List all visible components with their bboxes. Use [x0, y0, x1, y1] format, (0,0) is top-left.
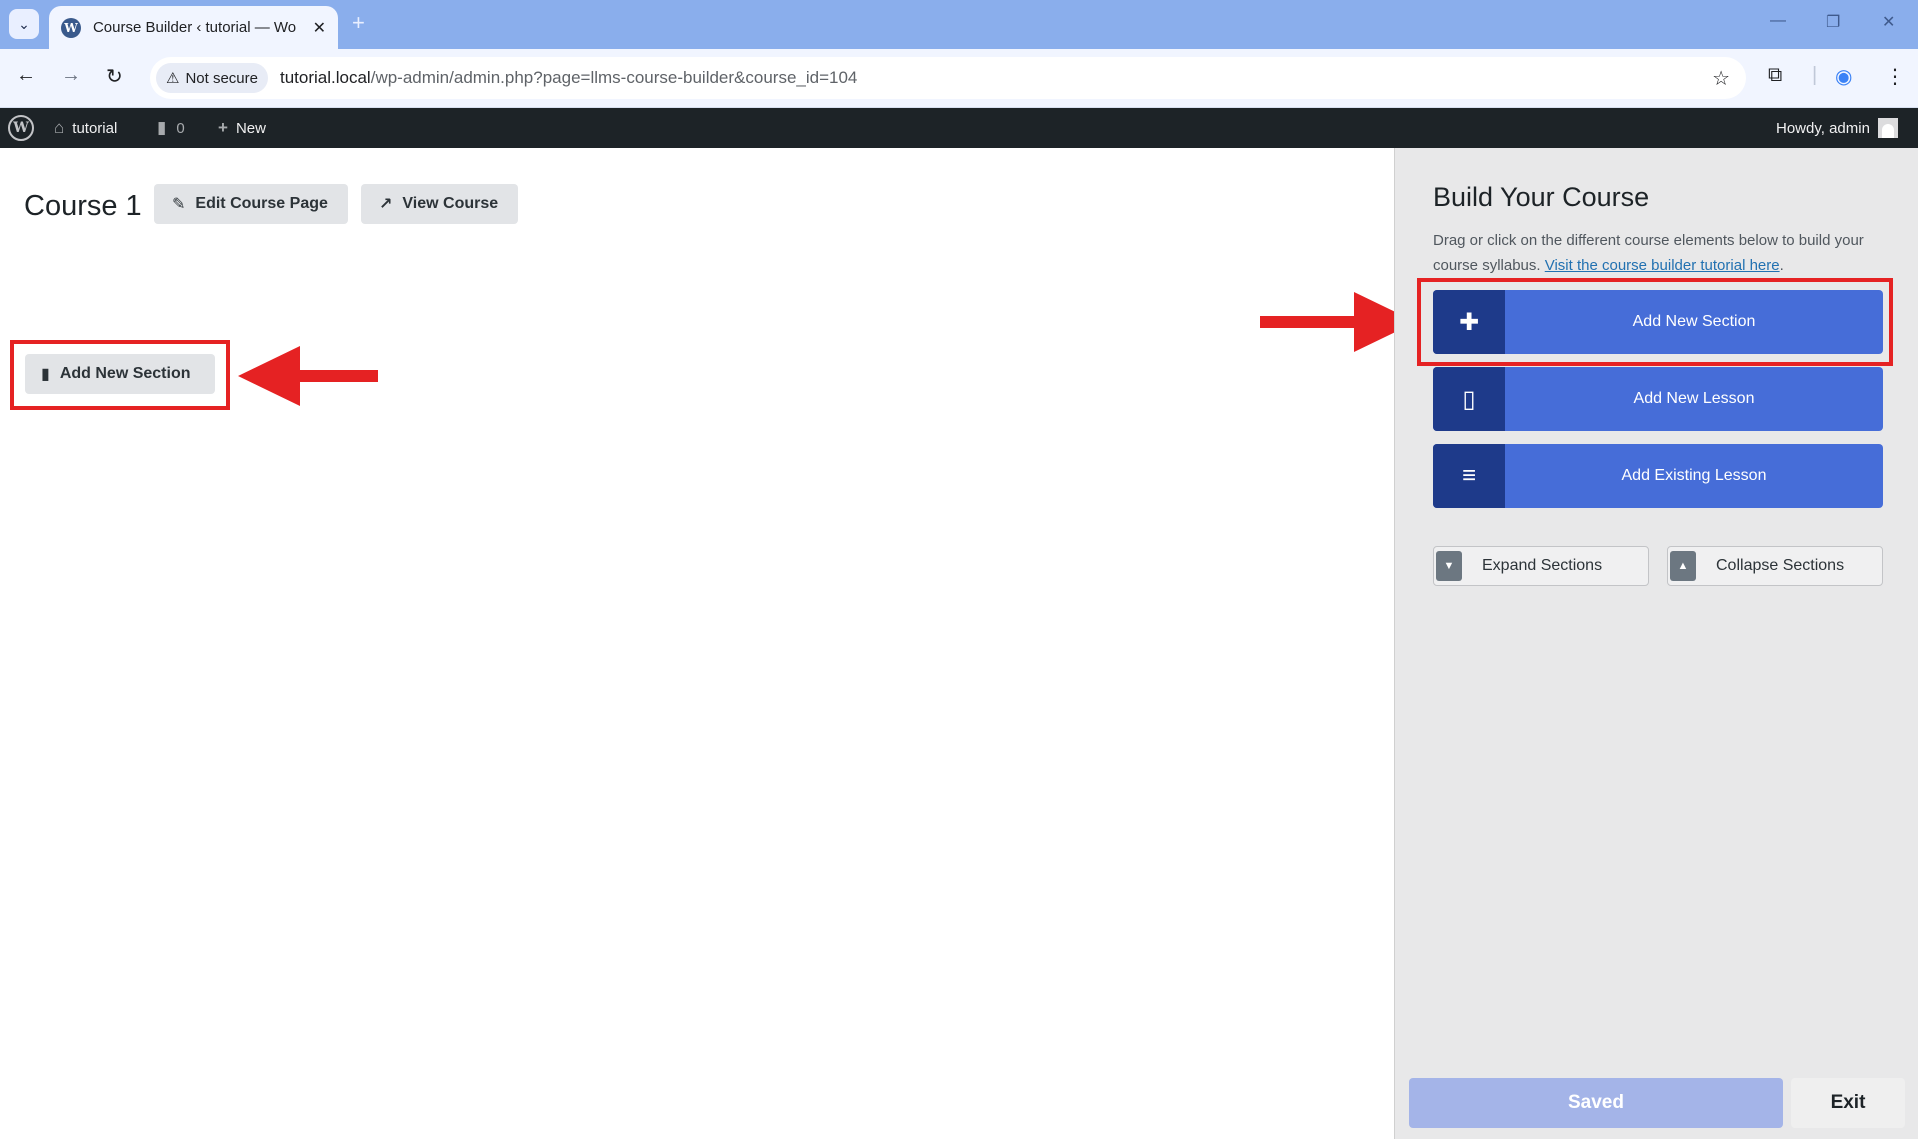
tab-title: Course Builder ‹ tutorial — Wo — [92, 19, 297, 36]
site-name: tutorial — [72, 119, 118, 137]
course-builder-tutorial-link[interactable]: Visit the course builder tutorial here — [1545, 257, 1780, 274]
expand-sections-button[interactable]: ▼ Expand Sections — [1433, 546, 1649, 586]
profile-extension-icon[interactable]: ◉ — [1835, 64, 1852, 89]
edit-pencil-icon: ✎ — [172, 196, 186, 213]
file-text-icon: ≡ — [1433, 444, 1505, 508]
browser-menu-icon[interactable]: ⋮ — [1885, 64, 1905, 89]
restore-icon[interactable]: ❐ — [1826, 12, 1840, 32]
build-course-sidebar: Build Your Course Drag or click on the d… — [1394, 148, 1918, 1139]
plus-icon: + — [218, 118, 228, 137]
bookmark-star-icon[interactable]: ☆ — [1712, 66, 1730, 91]
add-new-section-label: Add New Section — [59, 365, 191, 382]
comments-count: 0 — [176, 119, 185, 137]
course-title[interactable]: Course 1 — [24, 190, 142, 223]
collapse-sections-button[interactable]: ▲ Collapse Sections — [1667, 546, 1883, 586]
document-icon: ▮ — [41, 366, 50, 383]
edit-course-page-button[interactable]: ✎ Edit Course Page — [154, 184, 348, 224]
edit-course-page-label: Edit Course Page — [195, 195, 328, 212]
wp-admin-bar: W ⌂ tutorial ▮ 0 + New Howdy, admin — [0, 108, 1918, 148]
warning-triangle-icon: ⚠ — [166, 70, 180, 87]
saved-button[interactable]: Saved — [1409, 1078, 1783, 1128]
sidebar-description-end: . — [1779, 257, 1784, 274]
add-existing-lesson-label: Add Existing Lesson — [1621, 467, 1767, 484]
sidebar-description: Drag or click on the different course el… — [1433, 228, 1883, 278]
url-text[interactable]: tutorial.local/wp-admin/admin.php?page=l… — [280, 68, 857, 88]
wp-logo-menu[interactable]: W — [8, 108, 34, 148]
tab-search-chevron-icon[interactable]: ⌄ — [9, 9, 39, 39]
add-existing-lesson-button[interactable]: ≡ Add Existing Lesson — [1433, 444, 1883, 508]
back-arrow-icon[interactable]: ← — [16, 64, 36, 87]
add-new-lesson-button[interactable]: ▯ Add New Lesson — [1433, 367, 1883, 431]
new-label: New — [235, 119, 266, 137]
sidebar-title: Build Your Course — [1433, 182, 1650, 212]
comment-bubble-icon: ▮ — [157, 118, 167, 137]
url-host: tutorial.local — [280, 68, 371, 87]
forward-arrow-icon[interactable]: → — [61, 64, 81, 87]
view-course-button[interactable]: ↗ View Course — [361, 184, 518, 224]
collapse-sections-label: Collapse Sections — [1716, 557, 1845, 574]
expand-sections-label: Expand Sections — [1482, 557, 1603, 574]
file-icon: ▯ — [1433, 367, 1505, 431]
annotation-arrow-left — [238, 346, 378, 406]
add-new-lesson-label: Add New Lesson — [1633, 390, 1755, 407]
toolbar-divider: | — [1812, 64, 1818, 86]
browser-tab[interactable]: W Course Builder ‹ tutorial — Wo ✕ — [49, 6, 338, 49]
caret-down-icon: ▼ — [1436, 551, 1462, 581]
new-content-link[interactable]: + New — [218, 108, 266, 148]
security-chip[interactable]: ⚠ Not secure — [156, 63, 268, 93]
puzzle-icon: ✚ — [1433, 290, 1505, 354]
view-course-label: View Course — [402, 195, 499, 212]
reload-icon[interactable]: ↻ — [106, 64, 123, 89]
security-label: Not secure — [185, 69, 258, 87]
close-window-icon[interactable]: ✕ — [1882, 12, 1895, 32]
external-link-icon: ↗ — [379, 196, 393, 213]
howdy-label: Howdy, admin — [1776, 119, 1870, 137]
home-icon: ⌂ — [54, 118, 65, 137]
course-builder-main: Course 1 ✎ Edit Course Page ↗ View Cours… — [0, 148, 1416, 1139]
caret-up-icon: ▲ — [1670, 551, 1696, 581]
comments-link[interactable]: ▮ 0 — [157, 108, 185, 148]
add-new-section-button[interactable]: ▮ Add New Section — [25, 354, 215, 394]
tab-close-icon[interactable]: ✕ — [313, 18, 326, 38]
exit-button[interactable]: Exit — [1791, 1078, 1905, 1128]
site-name-link[interactable]: ⌂ tutorial — [54, 108, 117, 148]
address-toolbar: ← → ↻ ⚠ Not secure tutorial.local/wp-adm… — [0, 49, 1918, 108]
wordpress-logo-icon: W — [8, 115, 34, 141]
sidebar-add-new-section-label: Add New Section — [1632, 313, 1756, 330]
annotation-arrow-right — [1260, 292, 1416, 352]
wordpress-favicon-icon: W — [61, 17, 81, 38]
minimize-icon[interactable]: — — [1770, 12, 1786, 30]
browser-tab-strip: ⌄ W Course Builder ‹ tutorial — Wo ✕ + —… — [0, 0, 1918, 49]
url-path: /wp-admin/admin.php?page=llms-course-bui… — [370, 68, 858, 87]
my-account-link[interactable]: Howdy, admin — [1776, 108, 1898, 148]
sidebar-add-new-section-button[interactable]: ✚ Add New Section — [1433, 290, 1883, 354]
extensions-puzzle-icon[interactable]: ⧉ — [1768, 64, 1782, 87]
url-omnibox[interactable]: ⚠ Not secure tutorial.local/wp-admin/adm… — [150, 57, 1746, 99]
new-tab-plus-icon[interactable]: + — [352, 10, 365, 36]
avatar — [1877, 118, 1898, 138]
